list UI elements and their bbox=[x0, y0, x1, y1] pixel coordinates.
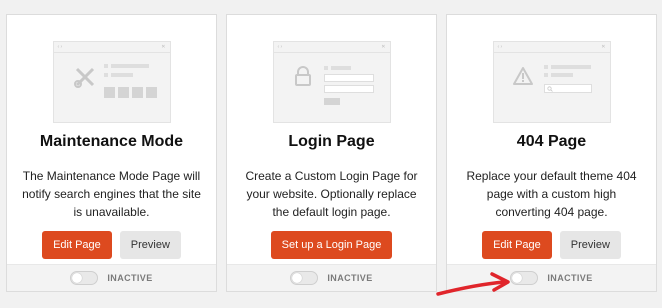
card-description: The Maintenance Mode Page will notify se… bbox=[22, 169, 201, 219]
status-toggle[interactable] bbox=[290, 271, 319, 285]
preview-button[interactable]: Preview bbox=[119, 231, 181, 259]
status-label: INACTIVE bbox=[107, 273, 153, 283]
browser-mockup: ‹ › ✕ bbox=[492, 41, 611, 123]
card-description: Replace your default theme 404 page with… bbox=[466, 169, 637, 219]
maintenance-mode-card: ‹ › ✕ Maintenance Mode The Maintenance Mo… bbox=[6, 14, 217, 292]
edit-page-button[interactable]: Edit Page bbox=[42, 231, 112, 259]
browser-mockup: ‹ › ✕ bbox=[52, 41, 171, 123]
browser-mockup: ‹ › ✕ bbox=[272, 41, 391, 123]
card-title: Login Page bbox=[288, 133, 375, 150]
warning-icon bbox=[512, 67, 533, 85]
card-footer: INACTIVE bbox=[227, 264, 436, 291]
card-title: 404 Page bbox=[516, 133, 587, 150]
status-label: INACTIVE bbox=[327, 273, 373, 283]
card-title: Maintenance Mode bbox=[39, 133, 184, 150]
status-label: INACTIVE bbox=[547, 273, 593, 283]
edit-page-button[interactable]: Edit Page bbox=[482, 231, 552, 259]
search-icon bbox=[546, 86, 553, 92]
set-up-login-page-button[interactable]: Set up a Login Page bbox=[270, 231, 393, 259]
card-footer: INACTIVE bbox=[7, 264, 216, 291]
wrench-screwdriver-icon bbox=[73, 67, 94, 88]
lock-icon bbox=[294, 66, 311, 86]
login-page-card: ‹ › ✕ Login Page Create a Custom Login Pa… bbox=[226, 14, 437, 292]
preview-button[interactable]: Preview bbox=[559, 231, 621, 259]
status-toggle[interactable] bbox=[70, 271, 99, 285]
404-page-card: ‹ › ✕ 404 Page Replace your default theme… bbox=[446, 14, 657, 292]
card-description: Create a Custom Login Page for your webs… bbox=[245, 169, 418, 219]
annotation-arrow-icon bbox=[436, 272, 510, 296]
